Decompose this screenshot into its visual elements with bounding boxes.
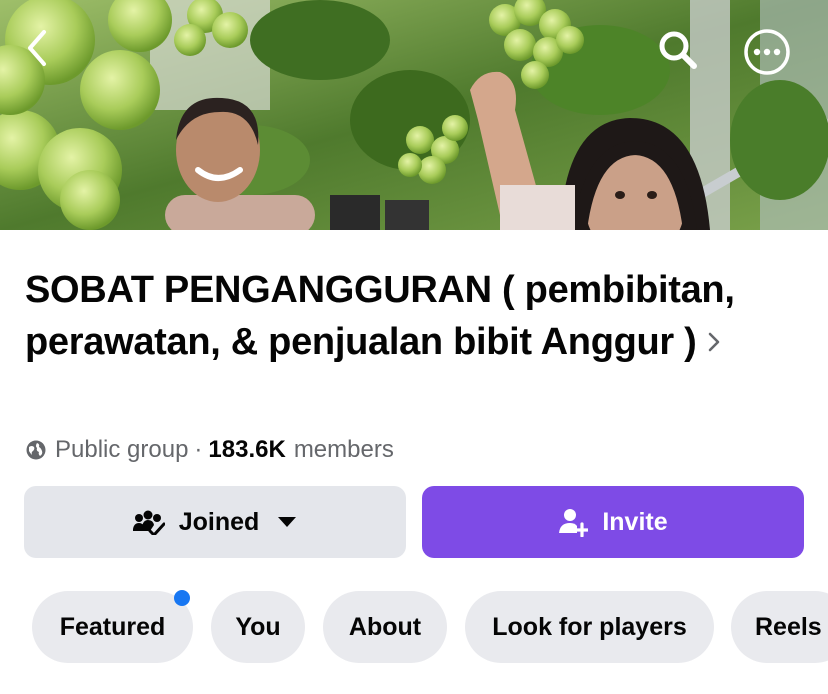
tab-about[interactable]: About [323,591,447,663]
globe-icon [25,439,47,461]
group-meta: Public group · 183.6K members [25,433,394,467]
tab-look-for-players[interactable]: Look for players [465,591,714,663]
invite-label: Invite [602,507,668,536]
group-name-text: SOBAT PENGANGGURAN ( pembibitan, perawat… [25,269,735,363]
tab-label: Look for players [492,612,687,641]
joined-button[interactable]: Joined [24,486,406,558]
add-person-icon [558,507,589,537]
cover-photo[interactable] [0,0,828,230]
tab-featured[interactable]: Featured [32,591,193,663]
more-options-button[interactable] [743,28,793,78]
privacy-label: Public group [55,436,189,463]
joined-label: Joined [178,507,260,536]
group-check-icon [132,509,165,535]
member-count: 183.6K [208,436,286,463]
invite-button[interactable]: Invite [422,486,804,558]
search-button[interactable] [656,28,706,78]
chevron-right-icon [707,315,721,367]
caret-down-icon [277,516,297,528]
tab-reels[interactable]: Reels [731,591,828,663]
group-name[interactable]: SOBAT PENGANGGURAN ( pembibitan, perawat… [25,264,805,368]
tab-label: About [348,612,422,641]
tab-you[interactable]: You [211,591,305,663]
more-horizontal-circle-icon [744,29,790,75]
members-label: members [293,436,394,463]
tab-label: Reels [755,612,822,641]
chevron-left-icon [28,30,46,66]
tab-label: You [235,612,281,641]
back-button[interactable] [22,28,72,78]
notification-dot [174,590,190,606]
search-icon [659,31,697,69]
tab-label: Featured [59,612,166,641]
meta-separator: · [194,436,203,463]
